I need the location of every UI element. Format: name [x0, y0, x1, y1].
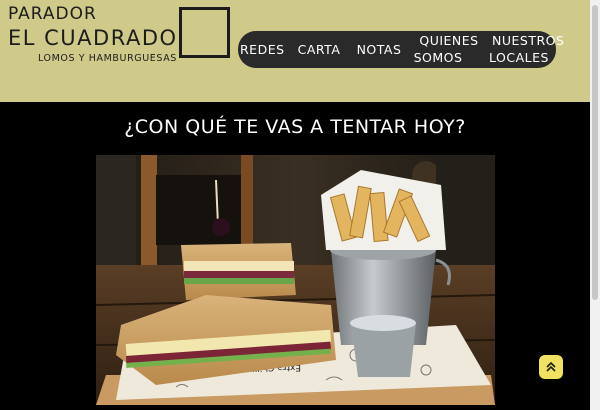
- brand-line-2: EL CUADRADO: [8, 26, 178, 50]
- main-nav: REDES CARTA NOTAS QUIENES SOMOS NUESTROS…: [238, 31, 565, 68]
- nav-item-label-line1: NUESTROS: [492, 33, 565, 48]
- scroll-to-top-button[interactable]: [539, 355, 563, 379]
- brand-tagline: LOMOS Y HAMBURGUESAS: [38, 53, 177, 64]
- nav-item-label-line2: LOCALES: [489, 50, 549, 65]
- nav-item-nuestros-locales[interactable]: NUESTROS LOCALES: [488, 32, 565, 66]
- nav-item-label-line2: SOMOS: [413, 50, 463, 65]
- page-headline: ¿CON QUÉ TE VAS A TENTAR HOY?: [124, 116, 466, 138]
- nav-item-redes[interactable]: REDES: [240, 41, 284, 58]
- nav-item-quienes-somos[interactable]: QUIENES SOMOS: [414, 32, 482, 66]
- nav-item-label-line1: QUIENES: [419, 33, 479, 48]
- nav-item-label: CARTA: [297, 42, 341, 57]
- brand-line-1: PARADOR: [8, 4, 97, 24]
- site-header: PARADOR EL CUADRADO LOMOS Y HAMBURGUESAS…: [0, 0, 590, 102]
- square-logo-icon[interactable]: [179, 7, 230, 58]
- double-chevron-up-icon: [546, 361, 556, 372]
- food-photo: Extra Chilli: [96, 155, 495, 405]
- nav-item-label: REDES: [240, 42, 285, 57]
- scrollbar-thumb[interactable]: [592, 5, 598, 300]
- brand-logo-text[interactable]: PARADOR EL CUADRADO LOMOS Y HAMBURGUESAS: [8, 4, 178, 64]
- nav-item-carta[interactable]: CARTA: [296, 41, 342, 58]
